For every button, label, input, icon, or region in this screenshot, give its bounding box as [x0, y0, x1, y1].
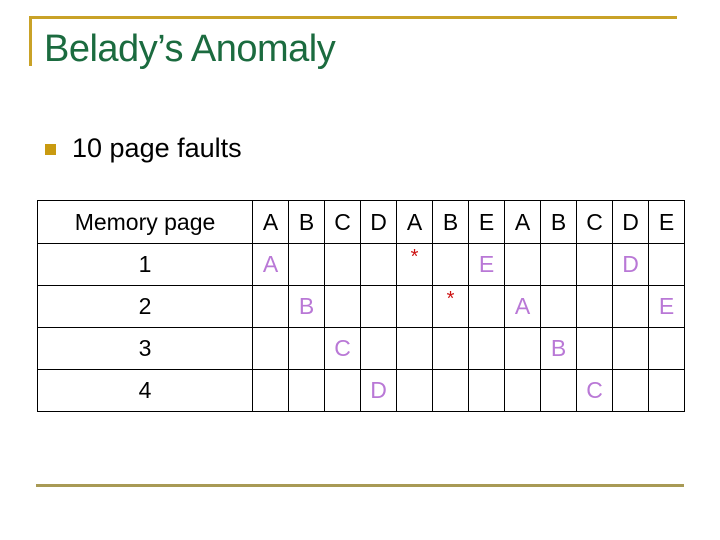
frame-label: 3: [37, 327, 253, 370]
reference-cell: E: [468, 200, 505, 244]
title-top-rule: [29, 16, 677, 19]
frame-cell: [324, 243, 361, 286]
frame-cell: [612, 327, 649, 370]
frame-cell: [468, 285, 505, 328]
frame-cell: [396, 327, 433, 370]
frame-label: 2: [37, 285, 253, 328]
frame-cell: [288, 369, 325, 412]
table-row: 1 A * E D: [37, 243, 685, 286]
frame-cell: *: [396, 243, 433, 286]
table-header-row: Memory page A B C D A B E A B C D E: [37, 200, 685, 244]
frame-cell: C: [576, 369, 613, 412]
frame-cell: D: [612, 243, 649, 286]
frame-cell: [252, 285, 289, 328]
reference-cell: B: [540, 200, 577, 244]
frame-cell: [360, 327, 397, 370]
reference-cell: A: [252, 200, 289, 244]
frame-cell: B: [540, 327, 577, 370]
reference-cell: B: [432, 200, 469, 244]
reference-cell: A: [396, 200, 433, 244]
frame-cell: B: [288, 285, 325, 328]
frame-cell: [360, 285, 397, 328]
frame-cell: [648, 243, 685, 286]
footer-rule: [36, 484, 684, 487]
frame-cell: [252, 327, 289, 370]
loaded-page: D: [370, 377, 387, 403]
page-frame-table: Memory page A B C D A B E A B C D E 1 A * E D 2 B * A E 3 C B 4 D C: [37, 200, 685, 412]
frame-cell: [468, 327, 505, 370]
frame-cell: [360, 243, 397, 286]
page-hit-marker: *: [410, 246, 419, 268]
loaded-page: D: [622, 251, 639, 277]
loaded-page: C: [334, 335, 351, 361]
frame-cell: *: [432, 285, 469, 328]
frame-cell: [648, 369, 685, 412]
loaded-page: E: [658, 293, 675, 319]
frame-cell: [576, 243, 613, 286]
frame-cell: [396, 285, 433, 328]
reference-cell: D: [360, 200, 397, 244]
frame-cell: [432, 243, 469, 286]
reference-cell: C: [324, 200, 361, 244]
frame-cell: [504, 369, 541, 412]
frame-cell: [576, 285, 613, 328]
frame-cell: [432, 369, 469, 412]
frame-cell: [288, 243, 325, 286]
loaded-page: B: [550, 335, 567, 361]
frame-cell: [324, 369, 361, 412]
reference-cell: E: [648, 200, 685, 244]
slide-title: Belady’s Anomaly: [44, 28, 336, 70]
loaded-page: C: [586, 377, 603, 403]
frame-cell: [468, 369, 505, 412]
reference-cell: D: [612, 200, 649, 244]
frame-cell: E: [648, 285, 685, 328]
table-row: 3 C B: [37, 327, 685, 370]
bullet-text: 10 page faults: [72, 133, 242, 163]
frame-cell: D: [360, 369, 397, 412]
frame-cell: [540, 285, 577, 328]
frame-cell: [540, 243, 577, 286]
frame-cell: [648, 327, 685, 370]
bullet-square-icon: [45, 144, 56, 155]
header-label: Memory page: [37, 200, 253, 244]
reference-cell: C: [576, 200, 613, 244]
frame-cell: [612, 369, 649, 412]
page-hit-marker: *: [446, 288, 455, 310]
frame-cell: A: [252, 243, 289, 286]
frame-cell: [576, 327, 613, 370]
loaded-page: B: [298, 293, 315, 319]
table-row: 4 D C: [37, 369, 685, 412]
reference-cell: B: [288, 200, 325, 244]
frame-cell: E: [468, 243, 505, 286]
frame-cell: [252, 369, 289, 412]
frame-cell: C: [324, 327, 361, 370]
frame-cell: [432, 327, 469, 370]
frame-label: 4: [37, 369, 253, 412]
frame-cell: [396, 369, 433, 412]
frame-cell: A: [504, 285, 541, 328]
frame-label: 1: [37, 243, 253, 286]
frame-cell: [612, 285, 649, 328]
table-row: 2 B * A E: [37, 285, 685, 328]
loaded-page: A: [514, 293, 531, 319]
frame-cell: [504, 327, 541, 370]
frame-cell: [540, 369, 577, 412]
frame-cell: [288, 327, 325, 370]
frame-cell: [324, 285, 361, 328]
reference-cell: A: [504, 200, 541, 244]
frame-cell: [504, 243, 541, 286]
loaded-page: E: [478, 251, 495, 277]
loaded-page: A: [262, 251, 279, 277]
title-left-rule: [29, 16, 32, 66]
